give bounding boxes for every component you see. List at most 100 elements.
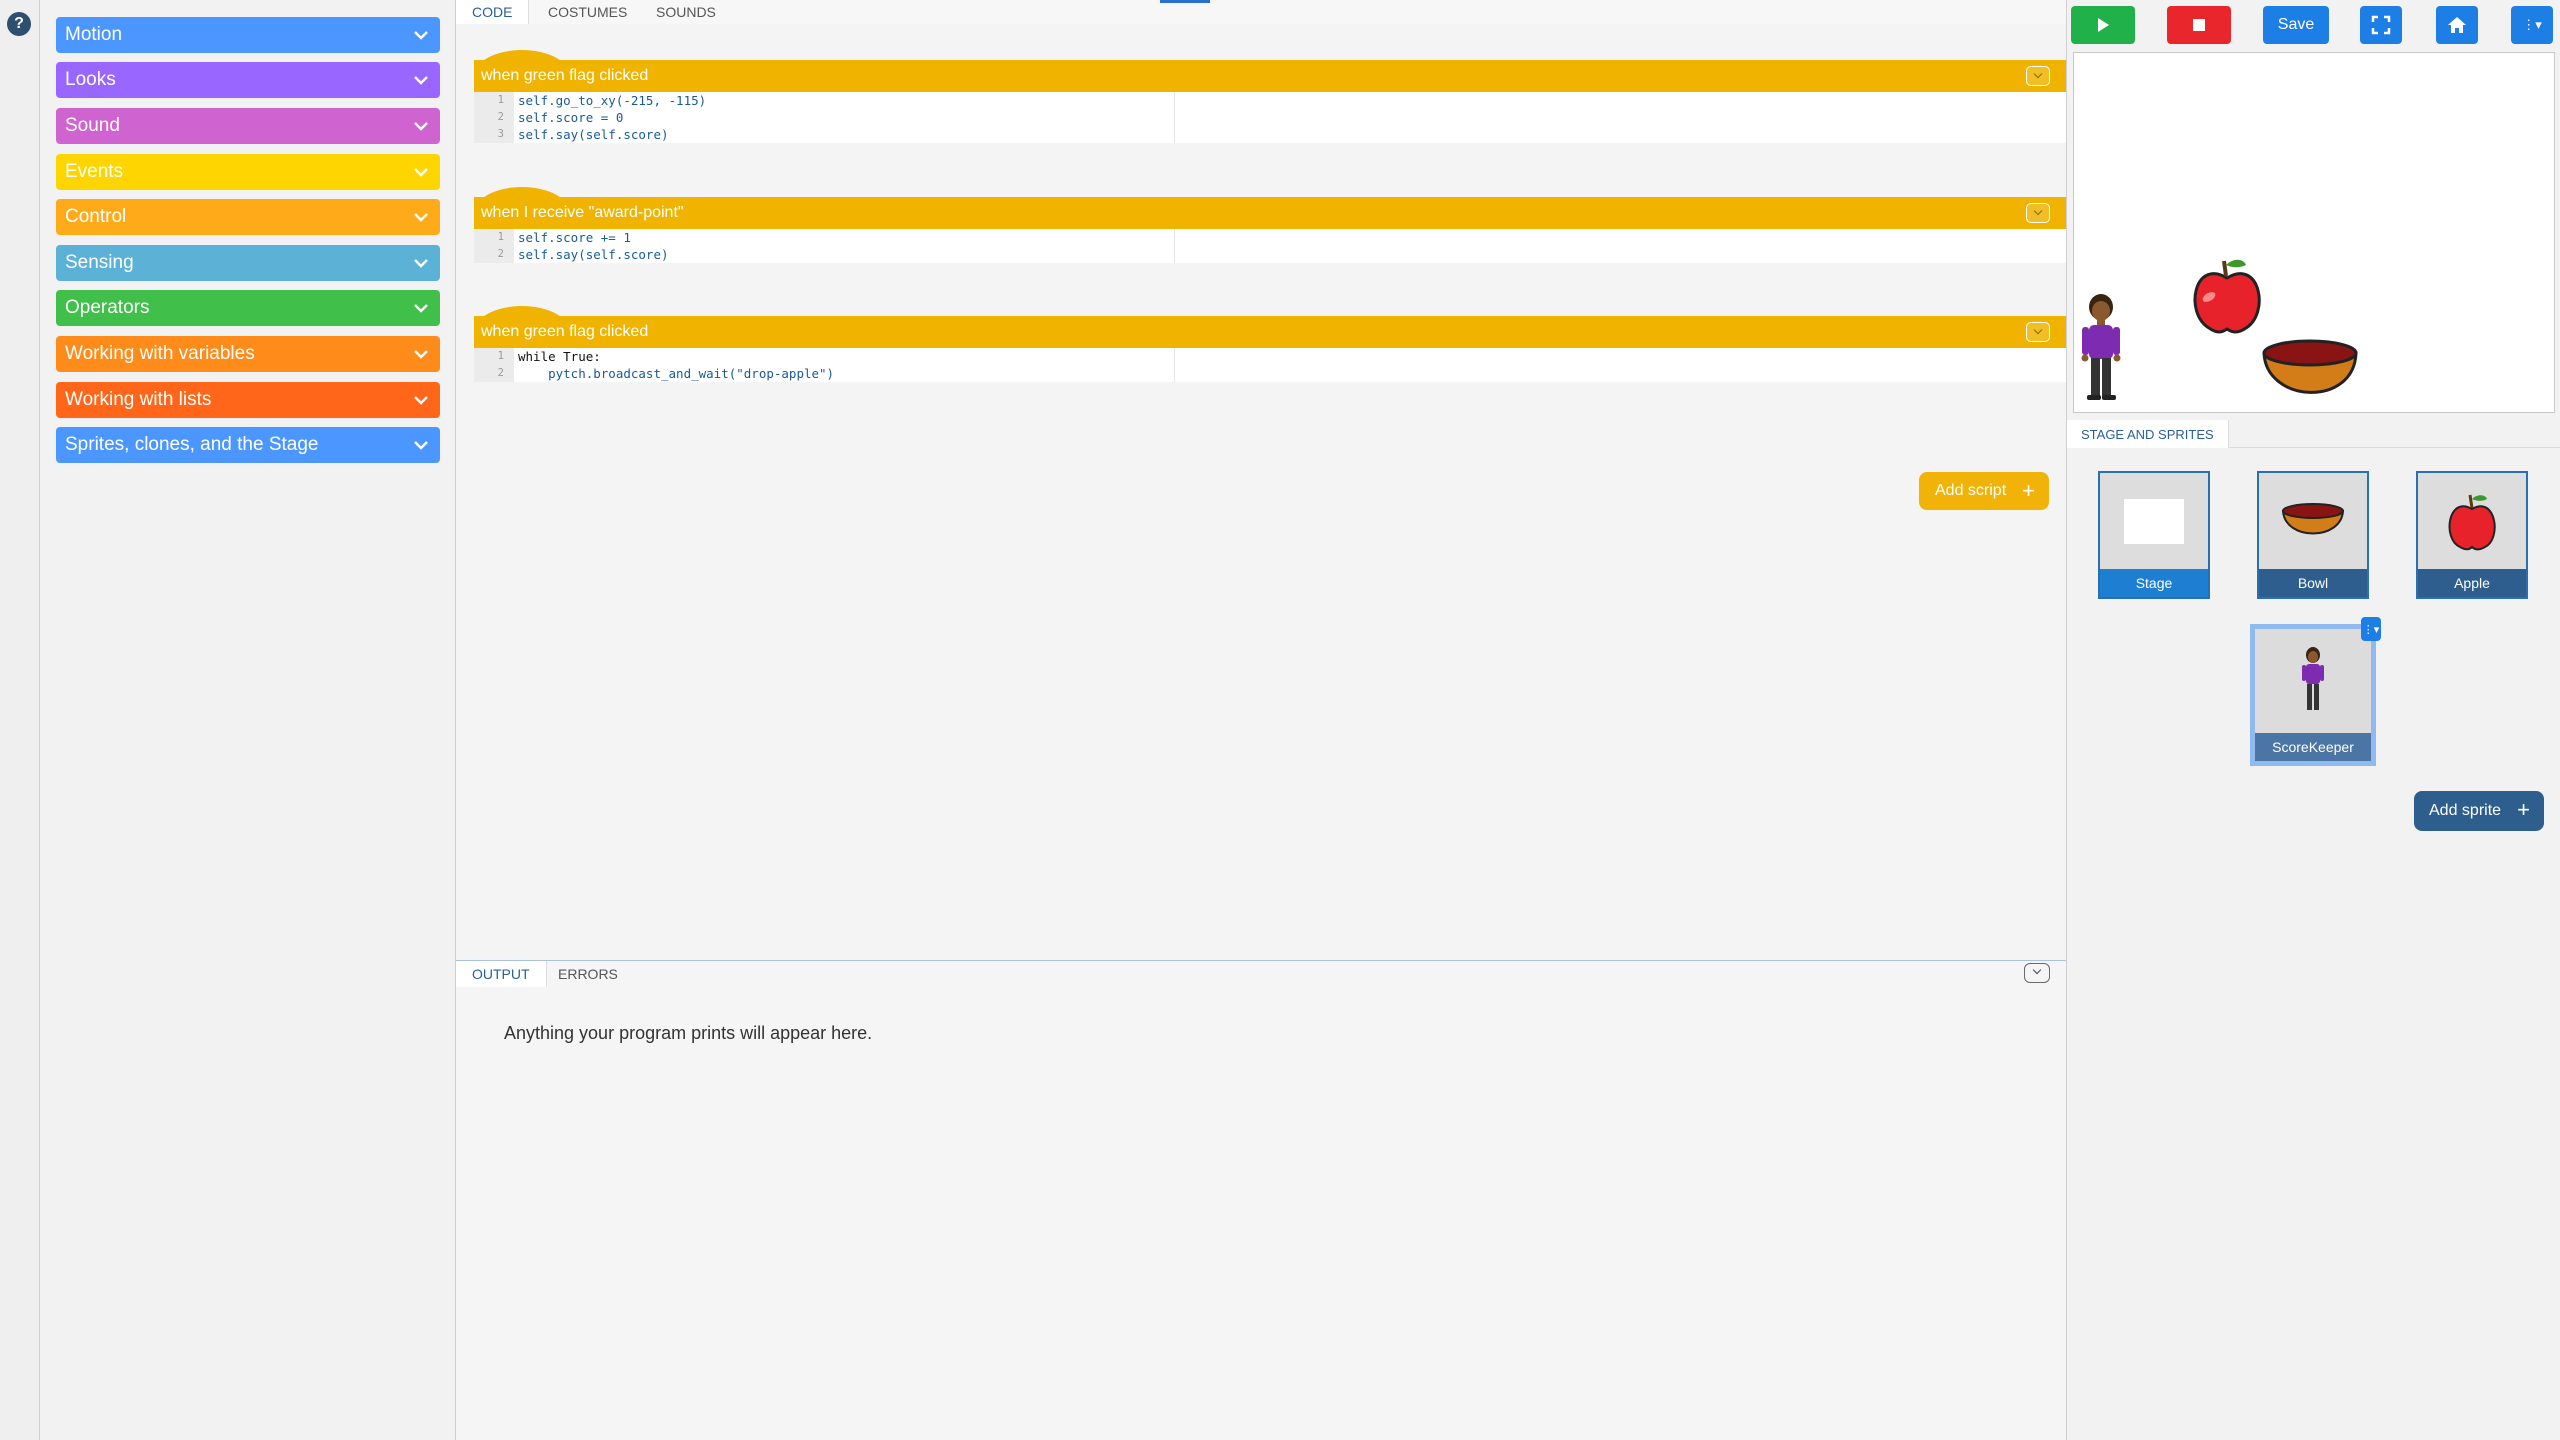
category-control[interactable]: Control — [56, 199, 440, 235]
script-menu-button[interactable] — [2026, 66, 2050, 86]
add-script-button[interactable]: Add script + — [1919, 472, 2049, 510]
code-area: CODE COSTUMES SOUNDS when green flag cli… — [456, 0, 2066, 960]
category-operators[interactable]: Operators — [56, 290, 440, 326]
tab-indicator — [1160, 0, 1210, 3]
apple-sprite — [2193, 259, 2261, 334]
code-text: pytch.broadcast_and_wait("drop-apple") — [518, 366, 835, 381]
category-variables[interactable]: Working with variables — [56, 336, 440, 372]
chevron-down-icon — [414, 350, 428, 359]
code-line: 1 self.score += 1 — [474, 229, 2066, 246]
tab-sounds[interactable]: SOUNDS — [640, 0, 732, 24]
code-line: 3 self.say(self.score) — [474, 126, 2066, 143]
green-flag-button[interactable] — [2071, 6, 2135, 44]
home-button[interactable] — [2436, 6, 2478, 44]
sprites-tabbar: STAGE AND SPRITES — [2067, 420, 2560, 448]
code-editor[interactable]: 1 self.go_to_xy(-215, -115) 2 self.score =… — [474, 92, 2066, 143]
category-label: Working with variables — [65, 343, 255, 364]
line-number: 3 — [474, 126, 514, 143]
category-lists[interactable]: Working with lists — [56, 382, 440, 418]
help-strip: ? — [0, 0, 40, 1440]
help-button[interactable]: ? — [7, 12, 31, 36]
category-motion[interactable]: Motion — [56, 17, 440, 53]
line-number: 2 — [474, 109, 514, 126]
category-sprites-clones-stage[interactable]: Sprites, clones, and the Stage — [56, 427, 440, 463]
script-menu-button[interactable] — [2026, 322, 2050, 342]
stage[interactable] — [2073, 52, 2555, 413]
tab-costumes[interactable]: COSTUMES — [532, 0, 643, 24]
sprite-name: Bowl — [2259, 569, 2367, 597]
add-script-label: Add script — [1935, 482, 2007, 499]
collapse-output-button[interactable] — [2024, 963, 2050, 983]
category-label: Sprites, clones, and the Stage — [65, 434, 319, 455]
line-number: 1 — [474, 348, 514, 365]
sprite-name: ScoreKeeper — [2255, 733, 2371, 761]
stop-button[interactable] — [2167, 6, 2231, 44]
hat-label: when I receive "award-point" — [481, 204, 684, 221]
sprite-name: Stage — [2100, 569, 2208, 597]
code-text: self.say(self.score) — [518, 247, 669, 262]
save-button[interactable]: Save — [2263, 6, 2329, 44]
block-palette: Motion Looks Sound Events Control Sensin… — [40, 0, 456, 1440]
sprite-menu-icon: ⋮▾ — [2362, 623, 2380, 636]
line-number: 1 — [474, 92, 514, 109]
code-text: self.say(self.score) — [518, 127, 669, 142]
chevron-down-icon — [414, 396, 428, 405]
save-label: Save — [2277, 16, 2315, 33]
code-editor[interactable]: 1 self.score += 1 2 self.say(self.score) — [474, 229, 2066, 263]
code-line: 2 pytch.broadcast_and_wait("drop-apple") — [474, 365, 2066, 382]
category-looks[interactable]: Looks — [56, 62, 440, 98]
sprite-tile-stage[interactable]: Stage — [2098, 471, 2210, 599]
category-label: Working with lists — [65, 389, 212, 410]
tab-code[interactable]: CODE — [456, 0, 530, 24]
line-number: 1 — [474, 229, 514, 246]
category-events[interactable]: Events — [56, 154, 440, 190]
code-text: self.score += 1 — [518, 230, 631, 245]
tab-errors[interactable]: ERRORS — [542, 961, 634, 987]
scorekeeper-thumbnail — [2255, 629, 2371, 733]
tab-stage-and-sprites[interactable]: STAGE AND SPRITES — [2067, 420, 2229, 448]
code-line: 2 self.say(self.score) — [474, 246, 2066, 263]
stage-thumbnail — [2100, 473, 2208, 569]
tab-output[interactable]: OUTPUT — [456, 961, 547, 987]
line-number: 2 — [474, 365, 514, 382]
fullscreen-button[interactable] — [2360, 6, 2402, 44]
plus-icon: + — [2517, 797, 2530, 822]
more-menu-button[interactable]: ⋮▾ — [2511, 6, 2553, 44]
category-label: Looks — [65, 69, 116, 90]
code-text: self.score = 0 — [518, 110, 624, 125]
stage-canvas — [2081, 259, 2358, 400]
sprite-tile-apple[interactable]: Apple — [2416, 471, 2528, 599]
hat-block[interactable]: when I receive "award-point" — [474, 197, 2066, 229]
bowl-sprite — [2262, 339, 2358, 394]
chevron-down-icon — [414, 213, 428, 222]
category-sound[interactable]: Sound — [56, 108, 440, 144]
chevron-down-icon — [414, 441, 428, 450]
hat-label: when green flag clicked — [481, 323, 649, 340]
hat-label: when green flag clicked — [481, 67, 649, 84]
code-line: 2 self.score = 0 — [474, 109, 2066, 126]
fullscreen-icon — [2371, 15, 2391, 35]
output-panel: OUTPUT ERRORS Anything your program prin… — [456, 960, 2066, 1440]
hat-block[interactable]: when green flag clicked — [474, 60, 2066, 92]
script-menu-button[interactable] — [2026, 203, 2050, 223]
chevron-down-icon — [414, 259, 428, 268]
output-tabs: OUTPUT ERRORS — [456, 961, 2066, 987]
sprite-tile-scorekeeper[interactable]: ScoreKeeper — [2250, 624, 2376, 766]
category-label: Control — [65, 206, 127, 227]
sprite-menu-button[interactable]: ⋮▾ — [2361, 617, 2381, 641]
category-label: Events — [65, 161, 124, 182]
home-icon — [2448, 17, 2466, 33]
more-menu-icon: ⋮▾ — [2522, 17, 2542, 32]
line-number: 2 — [474, 246, 514, 263]
category-label: Motion — [65, 24, 123, 45]
plus-icon: + — [2022, 478, 2035, 503]
code-tabs: CODE COSTUMES SOUNDS — [456, 0, 2066, 24]
category-sensing[interactable]: Sensing — [56, 245, 440, 281]
hat-block[interactable]: when green flag clicked — [474, 316, 2066, 348]
code-line: 1 self.go_to_xy(-215, -115) — [474, 92, 2066, 109]
sprite-tile-bowl[interactable]: Bowl — [2257, 471, 2369, 599]
code-editor[interactable]: 1 while True: 2 pytch.broadcast_and_wait(… — [474, 348, 2066, 382]
add-sprite-button[interactable]: Add sprite + — [2414, 791, 2544, 831]
play-icon — [2098, 18, 2109, 32]
category-label: Sensing — [65, 252, 134, 273]
